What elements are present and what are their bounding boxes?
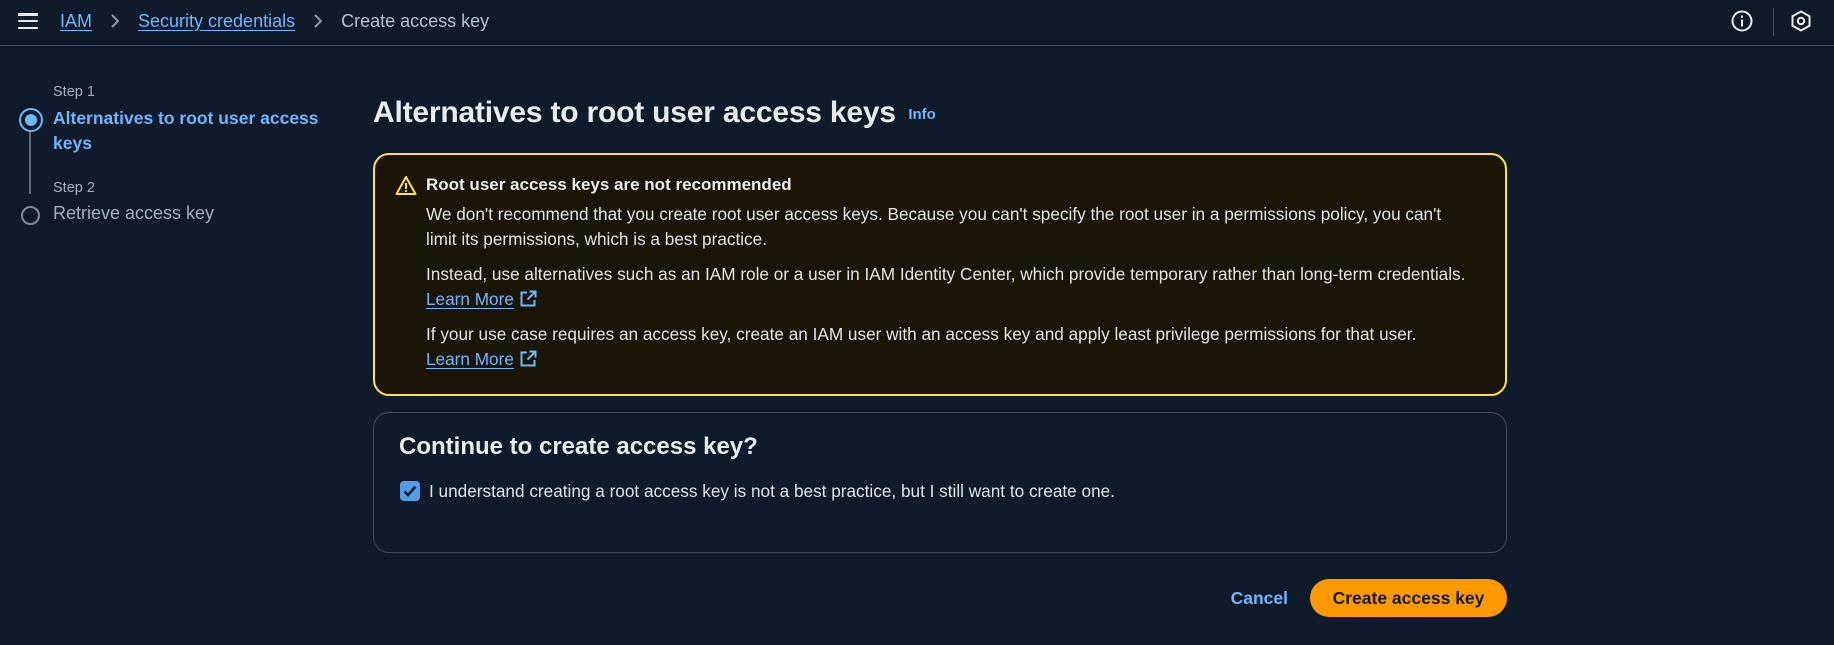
warning-paragraph-2: Instead, use alternatives such as an IAM… — [426, 262, 1476, 312]
warning-paragraph-1: We don't recommend that you create root … — [426, 204, 1442, 249]
top-navigation-bar: IAM Security credentials Create access k… — [0, 0, 1834, 46]
checkmark-icon — [403, 485, 417, 497]
external-link-icon[interactable] — [519, 290, 537, 308]
step-2-title: Retrieve access key — [53, 203, 215, 223]
warning-paragraph-2-text: Instead, use alternatives such as an IAM… — [426, 264, 1466, 284]
header-divider — [1773, 8, 1774, 36]
info-link[interactable]: Info — [908, 106, 936, 123]
warning-body: We don't recommend that you create root … — [426, 202, 1476, 382]
learn-more-link-1[interactable]: Learn More — [426, 289, 514, 309]
chevron-right-icon — [100, 9, 130, 33]
info-icon[interactable] — [1730, 9, 1754, 33]
hamburger-menu-icon[interactable] — [18, 13, 38, 30]
page-header: Alternatives to root user access keys In… — [373, 96, 1508, 130]
settings-hexagon-icon[interactable] — [1789, 9, 1813, 33]
warning-alert: Root user access keys are not recommende… — [373, 153, 1507, 396]
step-1-active-indicator-icon — [19, 108, 43, 132]
warning-paragraph-3-text: If your use case requires an access key,… — [426, 324, 1417, 344]
breadcrumb-current-page: Create access key — [341, 10, 490, 31]
step-connector-line — [29, 132, 31, 194]
confirm-title: Continue to create access key? — [399, 433, 758, 460]
warning-paragraph-3: If your use case requires an access key,… — [426, 322, 1476, 372]
step-2-indicator-icon — [21, 206, 40, 225]
chevron-right-icon — [303, 9, 333, 33]
step-1-label: Step 1 — [53, 84, 95, 100]
external-link-icon[interactable] — [519, 350, 537, 368]
confirm-container: Continue to create access key? I underst… — [373, 412, 1507, 553]
create-access-key-button[interactable]: Create access key — [1310, 579, 1507, 617]
page-title: Alternatives to root user access keys — [373, 96, 896, 129]
step-2-label: Step 2 — [53, 180, 95, 196]
warning-triangle-icon — [395, 175, 417, 197]
learn-more-link-2[interactable]: Learn More — [426, 349, 514, 369]
step-1-title[interactable]: Alternatives to root user access keys — [53, 106, 323, 156]
breadcrumb: IAM Security credentials Create access k… — [60, 9, 489, 33]
acknowledge-checkbox-label[interactable]: I understand creating a root access key … — [429, 479, 1119, 504]
breadcrumb-iam-link[interactable]: IAM — [60, 11, 92, 32]
warning-title: Root user access keys are not recommende… — [426, 175, 792, 194]
form-actions: Cancel Create access key — [373, 579, 1507, 617]
acknowledge-checkbox[interactable] — [400, 481, 420, 501]
cancel-button[interactable]: Cancel — [1231, 588, 1288, 609]
main-content: Alternatives to root user access keys In… — [373, 96, 1508, 617]
breadcrumb-security-credentials-link[interactable]: Security credentials — [138, 11, 295, 32]
